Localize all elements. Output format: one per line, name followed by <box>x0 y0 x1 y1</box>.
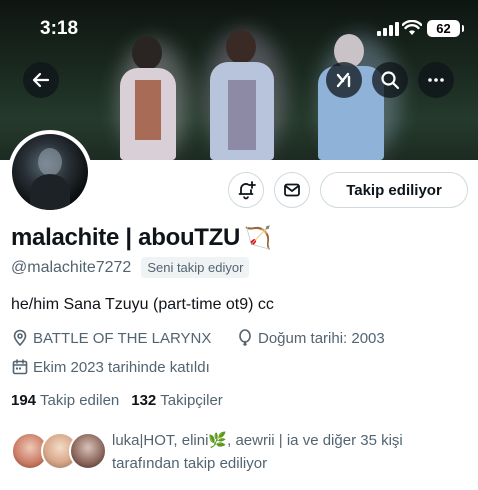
notify-button[interactable] <box>228 172 264 208</box>
grok-button[interactable] <box>326 62 362 98</box>
handle-row: @malachite7272 Seni takip ediyor <box>11 257 250 278</box>
status-bar: 3:18 62 <box>0 0 478 56</box>
followers-label: Takipçiler <box>160 392 223 409</box>
mutual-avatar <box>69 432 107 470</box>
following-label: Takip edilen <box>40 392 120 409</box>
location-row: BATTLE OF THE LARYNX <box>11 329 211 347</box>
mutual-followers-line: luka|HOT, elini🌿, aewrii | ia ve diğer 3… <box>112 432 403 449</box>
calendar-icon <box>12 359 28 375</box>
joined-date: Ekim 2023 tarihinde katıldı <box>33 358 210 376</box>
mutual-followers-line: tarafından takip ediliyor <box>112 455 268 472</box>
birthday: Doğum tarihi: 2003 <box>258 329 385 347</box>
battery-indicator: 62 <box>427 20 464 37</box>
avatar-image <box>12 134 88 210</box>
bell-plus-icon <box>238 181 256 200</box>
location-pin-icon <box>13 329 27 347</box>
handle: @malachite7272 <box>11 258 132 276</box>
envelope-icon <box>284 183 300 197</box>
bio: he/him Sana Tzuyu (part-time ot9) cc <box>11 296 274 313</box>
location: BATTLE OF THE LARYNX <box>33 329 212 347</box>
profile-avatar[interactable] <box>8 130 92 214</box>
wifi-icon <box>402 20 422 35</box>
birthday-row: Doğum tarihi: 2003 <box>236 329 385 347</box>
arrow-left-icon <box>32 72 50 88</box>
mutual-followers-avatars[interactable] <box>11 432 107 472</box>
following-button[interactable]: Takip ediliyor <box>320 172 468 208</box>
follow-counts: 194 Takip edilen 132 Takipçiler <box>11 392 235 409</box>
following-count: 194 <box>11 392 37 409</box>
name-emoji: 🏹 <box>244 225 272 250</box>
search-button[interactable] <box>372 62 408 98</box>
mutual-followers-text[interactable]: luka|HOT, elini🌿, aewrii | ia ve diğer 3… <box>112 429 462 475</box>
joined-row: Ekim 2023 tarihinde katıldı <box>11 358 210 376</box>
search-icon <box>381 71 400 90</box>
followers-count: 132 <box>131 392 157 409</box>
followers-link[interactable]: 132 Takipçiler <box>131 392 223 409</box>
more-button[interactable] <box>418 62 454 98</box>
display-name: malachite | abouTZU <box>11 224 241 251</box>
balloon-icon <box>239 329 251 346</box>
follows-you-badge: Seni takip ediyor <box>141 257 250 278</box>
message-button[interactable] <box>274 172 310 208</box>
more-dots-icon <box>428 78 444 82</box>
grok-icon <box>336 72 351 88</box>
cellular-signal-icon <box>377 22 399 36</box>
display-name-row: malachite | abouTZU 🏹 <box>11 224 271 252</box>
following-link[interactable]: 194 Takip edilen <box>11 392 119 409</box>
back-button[interactable] <box>23 62 59 98</box>
status-time: 3:18 <box>40 18 79 39</box>
